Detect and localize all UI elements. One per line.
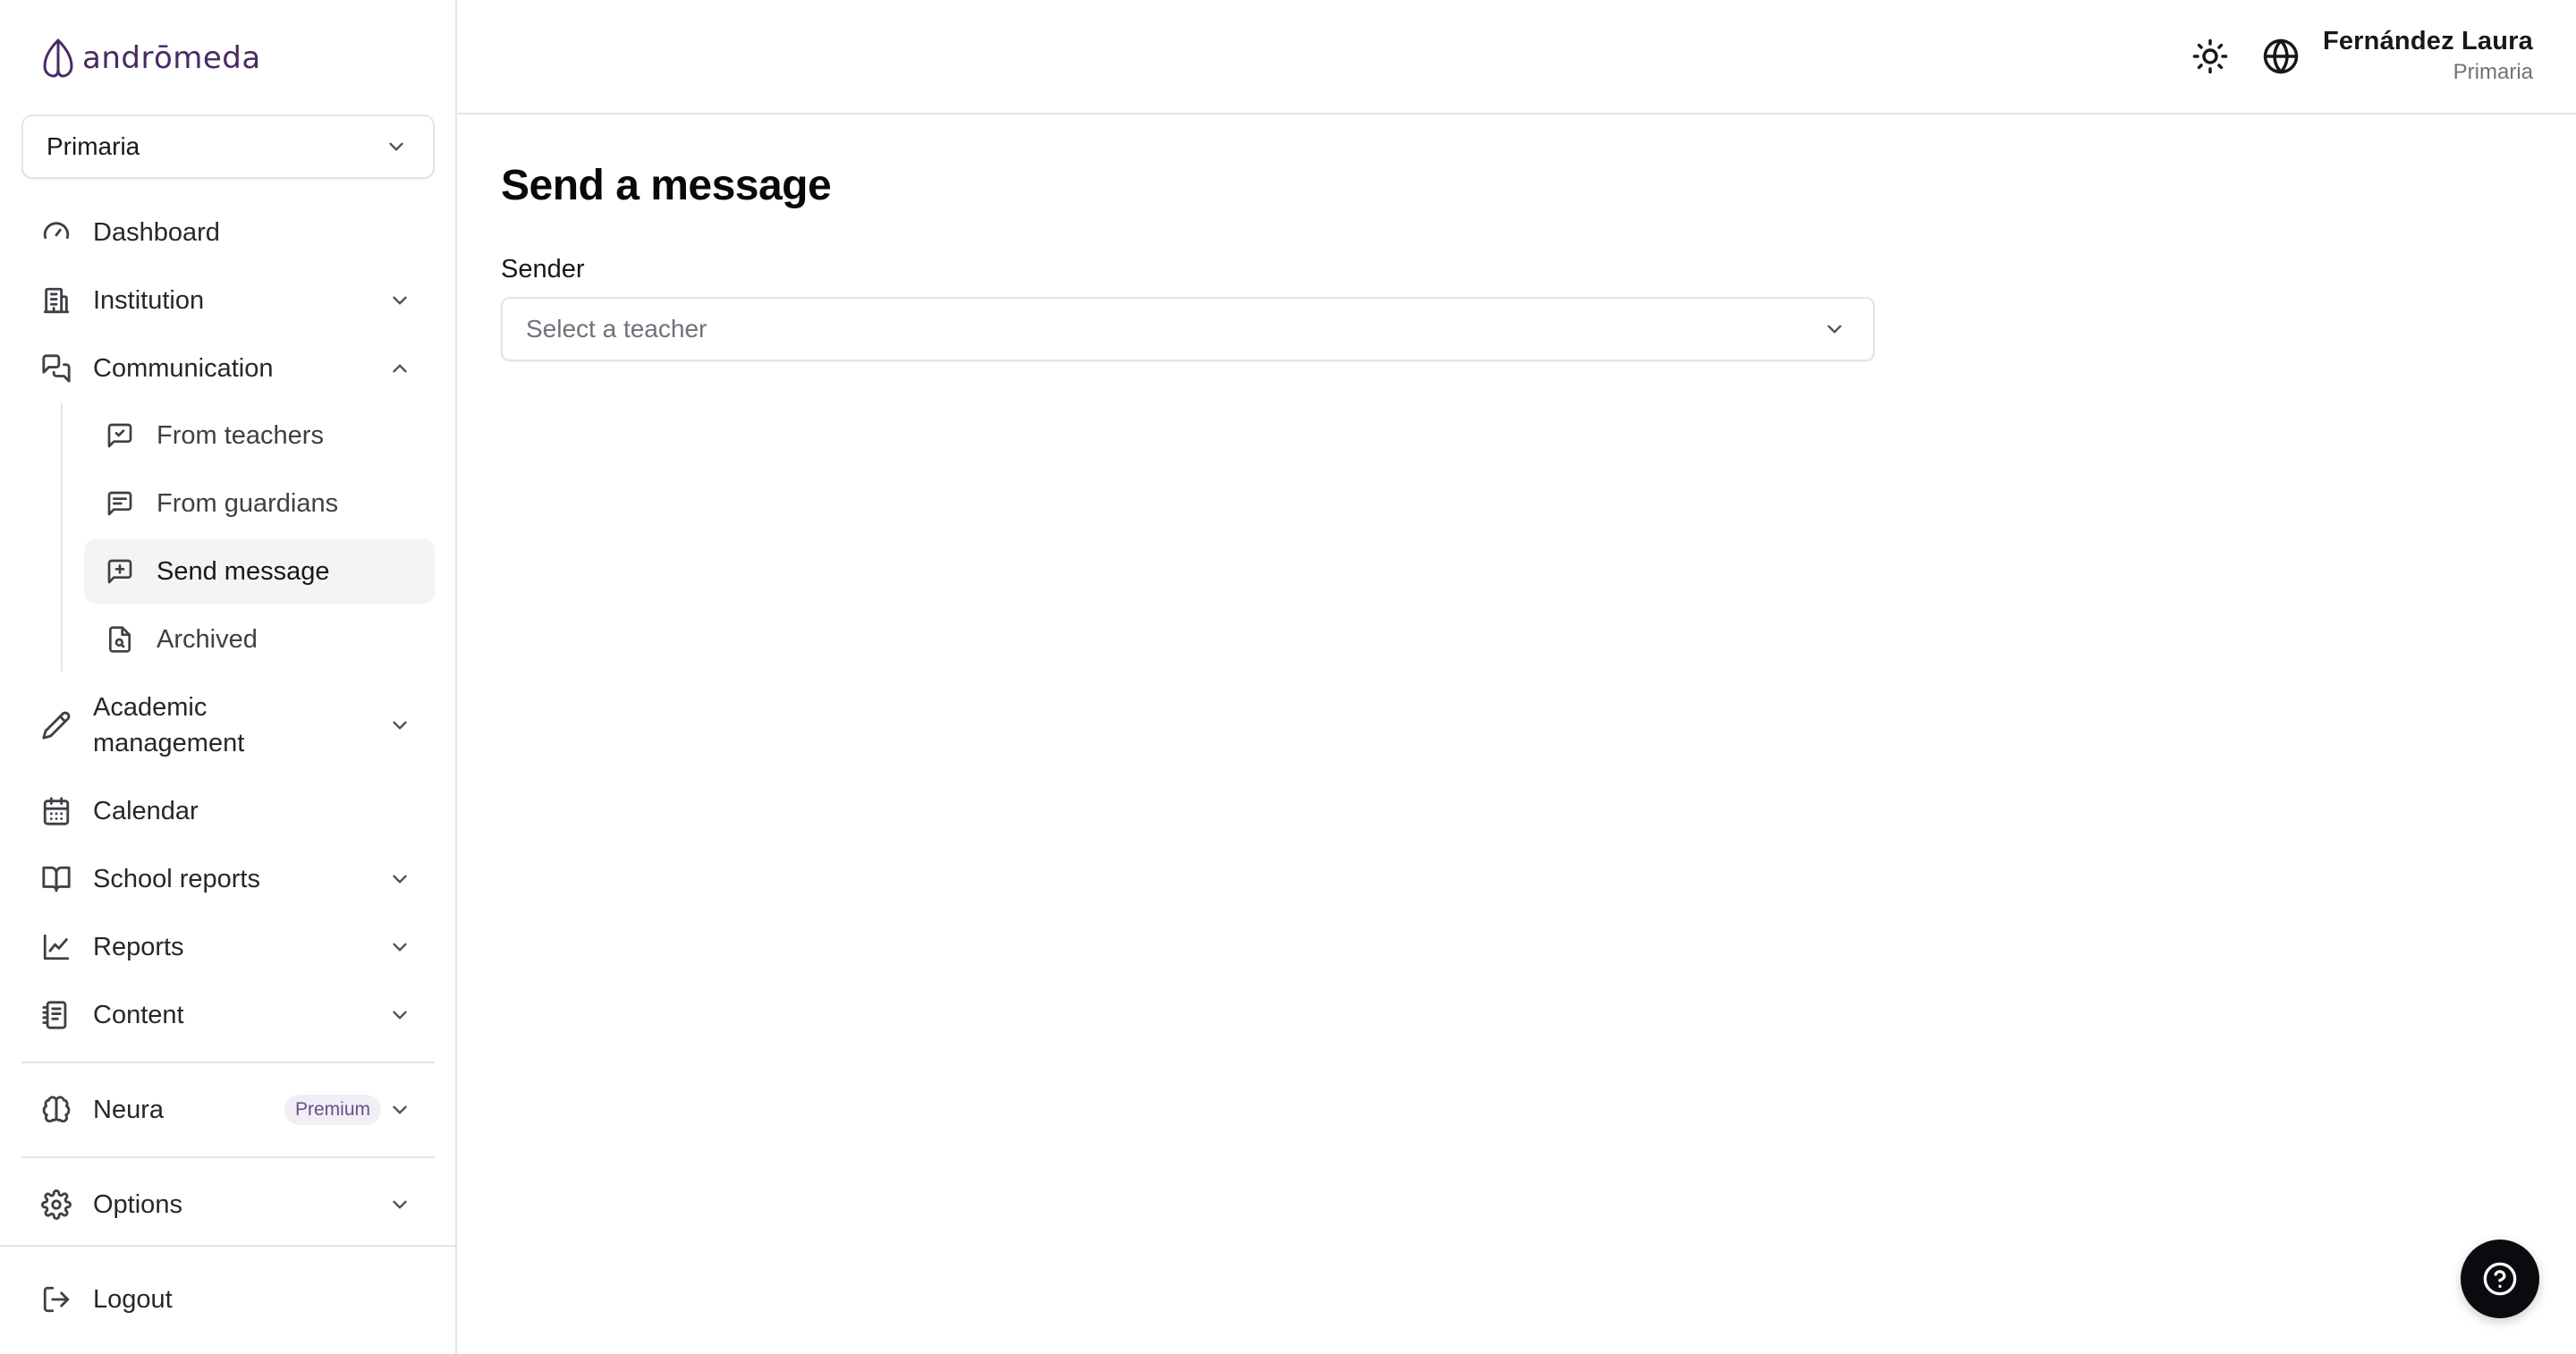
sidebar-subitem-send-message[interactable]: Send message (84, 539, 435, 604)
logout-label: Logout (93, 1284, 173, 1314)
sidebar-item-content[interactable]: Content (21, 983, 435, 1047)
sidebar-subitem-label: From guardians (157, 488, 339, 518)
line-chart-icon (43, 934, 70, 960)
sidebar-divider (0, 1245, 457, 1247)
sidebar-item-dashboard[interactable]: Dashboard (21, 200, 435, 265)
sidebar-item-academic-management[interactable]: Academic management (21, 688, 435, 763)
chevron-down-icon (393, 943, 407, 952)
school-selector[interactable]: Primaria (21, 114, 435, 179)
chevron-down-icon (393, 1200, 407, 1209)
message-text-icon (107, 491, 132, 516)
andromeda-logo-icon (43, 38, 73, 78)
sidebar-item-label: Neura (93, 1095, 164, 1124)
chevron-down-icon (393, 1011, 407, 1020)
sender-teacher-select[interactable]: Select a teacher (501, 297, 1875, 361)
sidebar-item-label: Dashboard (93, 217, 220, 247)
sender-label: Sender (501, 255, 585, 283)
building-icon (43, 287, 70, 314)
user-name: Fernández Laura (2322, 27, 2533, 55)
chevron-down-icon (393, 721, 407, 730)
sidebar-item-label: School reports (93, 864, 260, 893)
sidebar-item-label: Institution (93, 285, 205, 315)
sender-select-placeholder: Select a teacher (526, 315, 708, 343)
premium-badge: Premium (284, 1095, 382, 1125)
school-selector-value: Primaria (47, 132, 140, 160)
chevron-down-icon (389, 142, 403, 151)
settings-icon (41, 1189, 72, 1220)
sidebar-item-label: Communication (93, 353, 274, 383)
calendar-icon (43, 797, 70, 825)
brand-logo[interactable]: andrōmeda (39, 38, 261, 79)
sidebar-subitem-label: Archived (157, 624, 258, 654)
sidebar-divider (21, 1156, 435, 1158)
globe-language-icon[interactable] (2262, 38, 2300, 75)
book-open-icon (42, 866, 71, 893)
sidebar-subitem-from-teachers[interactable]: From teachers (84, 403, 435, 468)
sidebar-item-label: Academic management (93, 693, 245, 757)
sidebar-item-label: Reports (93, 932, 184, 961)
user-menu[interactable]: Fernández Laura Primaria (2323, 27, 2533, 85)
chevron-down-icon (1827, 325, 1842, 334)
logout-icon (43, 1286, 70, 1313)
brand-name: andrōmeda (82, 40, 261, 76)
chevron-down-icon (393, 296, 407, 305)
sidebar-subitem-label: Send message (157, 556, 330, 586)
sidebar-divider (21, 1062, 435, 1063)
logout-button[interactable]: Logout (21, 1267, 435, 1332)
message-check-icon (107, 423, 132, 448)
top-header: Fernández Laura Primaria (457, 0, 2576, 114)
pencil-icon (42, 711, 71, 740)
sidebar-item-communication[interactable]: Communication (21, 336, 435, 401)
sun-theme-toggle-icon[interactable] (2191, 38, 2229, 75)
sidebar-subitem-archived[interactable]: Archived (84, 607, 435, 672)
sidebar-item-reports[interactable]: Reports (21, 915, 435, 979)
sidebar-subitem-label: From teachers (157, 420, 324, 450)
page-title: Send a message (501, 162, 832, 209)
help-button[interactable] (2461, 1240, 2539, 1318)
sidebar-item-label: Calendar (93, 796, 199, 825)
message-plus-icon (107, 559, 132, 584)
file-search-icon (109, 626, 131, 653)
sidebar-item-neura[interactable]: Neura Premium (21, 1078, 435, 1142)
sidebar: andrōmeda Primaria Dashboard Institution… (0, 0, 457, 1354)
sidebar-item-calendar[interactable]: Calendar (21, 779, 435, 843)
notebook-icon (42, 1001, 67, 1029)
messages-icon (42, 354, 71, 383)
user-role: Primaria (2453, 60, 2533, 84)
submenu-guide-line (61, 403, 63, 672)
brain-icon (42, 1096, 71, 1123)
sidebar-item-options[interactable]: Options (21, 1172, 435, 1237)
chevron-down-icon (393, 1105, 407, 1114)
chevron-up-icon (393, 364, 407, 373)
sidebar-item-label: Options (93, 1189, 182, 1219)
chevron-down-icon (393, 875, 407, 884)
sidebar-item-school-reports[interactable]: School reports (21, 847, 435, 911)
gauge-icon (43, 222, 70, 240)
help-circle-icon (2483, 1262, 2517, 1296)
sidebar-subitem-from-guardians[interactable]: From guardians (84, 471, 435, 536)
sidebar-item-institution[interactable]: Institution (21, 268, 435, 333)
sidebar-item-label: Content (93, 1000, 184, 1029)
